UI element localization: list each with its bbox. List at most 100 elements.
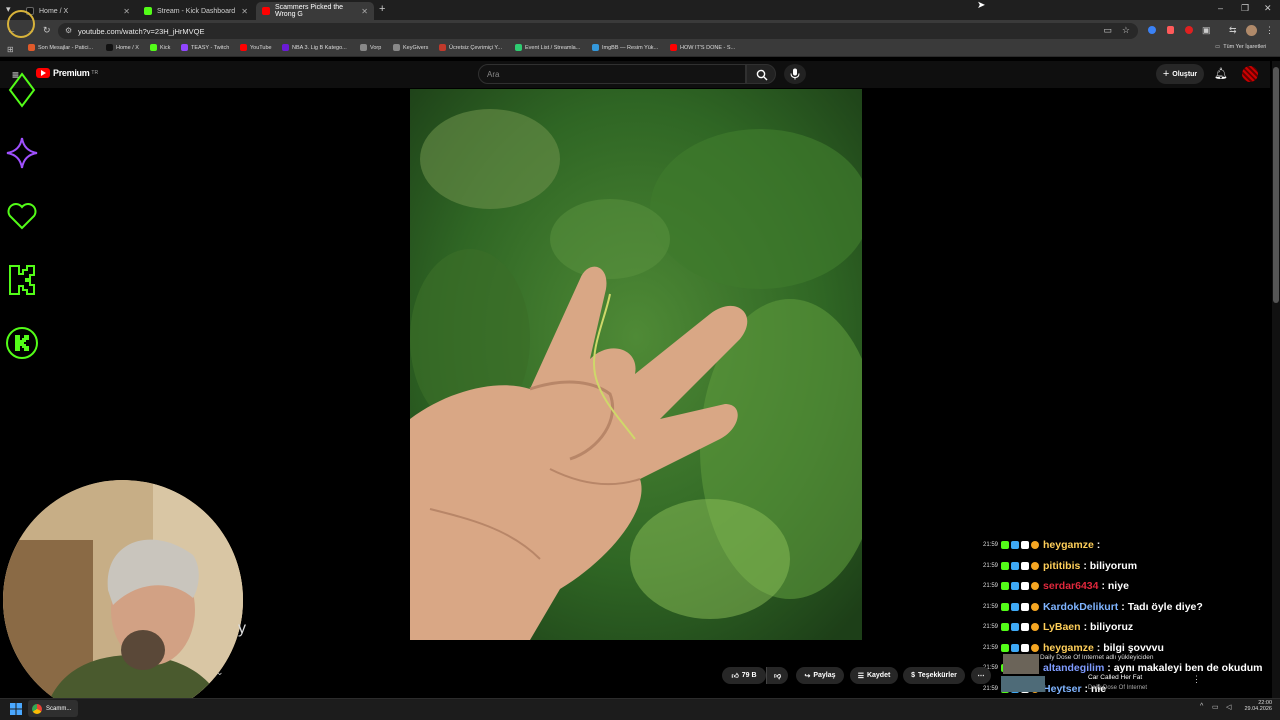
tab-kick-dashboard[interactable]: Stream - Kick Dashboard ✕	[138, 2, 254, 20]
chat-badge-icon	[1021, 623, 1030, 631]
chat-badge-icon	[1031, 561, 1040, 570]
folder-icon: ▭	[1215, 44, 1221, 50]
bookmark-label: Vorp	[370, 44, 382, 51]
chat-badge-icon	[1031, 541, 1040, 549]
bookmark-item[interactable]: KeyGivers	[393, 44, 428, 51]
bookmark-item[interactable]: Event List / Streamla...	[515, 44, 580, 51]
chat-badge-icon	[1021, 602, 1030, 611]
bookmark-item[interactable]: ImgBB — Resim Yük...	[592, 44, 658, 51]
youtube-logo-icon	[262, 7, 270, 15]
close-icon[interactable]: ✕	[361, 7, 368, 16]
bookmark-item[interactable]: NBA 3. Lig B Katego...	[282, 44, 347, 51]
chat-badge-icon	[1021, 561, 1030, 570]
extension-icon[interactable]	[1167, 26, 1174, 34]
chat-badge-icon	[1031, 643, 1040, 652]
thanks-button[interactable]: $ Teşekkürler	[903, 667, 965, 684]
chat-text: : Tadı öyle diye?	[1121, 600, 1203, 613]
chat-message: 21:59 KardokDelikurt: Tadı öyle diye?	[983, 601, 1203, 613]
share-button[interactable]: ↪ Paylaş	[796, 667, 844, 684]
bookmark-label: YouTube	[250, 44, 272, 51]
bookmark-item[interactable]: Home / X	[106, 44, 139, 51]
video-player[interactable]	[410, 89, 862, 640]
more-horizontal-icon: ⋯	[977, 672, 985, 680]
bookmark-label: ImgBB — Resim Yük...	[602, 44, 659, 51]
tab-label: Stream - Kick Dashboard	[157, 7, 236, 15]
bookmark-favicon-icon	[393, 44, 400, 51]
windows-start-icon[interactable]	[10, 703, 22, 715]
sparkle-icon	[6, 137, 38, 169]
recommendation-thumbnail[interactable]	[1001, 676, 1045, 692]
tab-home-x[interactable]: Home / X ✕	[20, 2, 136, 20]
chat-text: : aynı makaleyi ben de okudum	[1107, 662, 1263, 674]
chat-username: heygamze	[1043, 641, 1094, 654]
recommendation-channel: Daily Dose Of Internet adlı yükleyiciden	[1040, 654, 1154, 661]
minimize-icon[interactable]: –	[1218, 3, 1223, 13]
tab-youtube-video[interactable]: Scammers Picked the Wrong G ✕	[256, 2, 374, 20]
close-window-icon[interactable]: ✕	[1264, 3, 1272, 14]
recommendation-title[interactable]: Car Called Her Fat	[1088, 674, 1142, 681]
bookmark-item[interactable]: HOW IT'S DONE - S...	[670, 44, 735, 51]
chat-badge-icon	[1031, 623, 1040, 631]
network-icon[interactable]: ▭	[1212, 703, 1219, 711]
recommendation-thumbnail[interactable]	[1003, 654, 1039, 674]
bookmark-item[interactable]: Kick	[150, 44, 170, 51]
bookmark-label: Son Mesajlar - Patici...	[38, 44, 94, 51]
voice-search-button[interactable]	[784, 64, 806, 84]
maximize-icon[interactable]: ❐	[1241, 3, 1249, 14]
more-actions-button[interactable]: ⋯	[971, 667, 991, 684]
bookmark-favicon-icon	[515, 44, 522, 51]
kick-circle-logo-icon	[6, 327, 38, 359]
system-tray-chevron-icon[interactable]: ^	[1200, 703, 1203, 710]
bookmark-item[interactable]: Son Mesajlar - Patici...	[28, 44, 93, 51]
page-scrollbar[interactable]	[1272, 61, 1280, 698]
chat-text: : biliyoruz	[1083, 621, 1134, 633]
taskbar-chrome-app[interactable]: Scamm...	[28, 700, 78, 717]
all-bookmarks[interactable]: ▭ Tüm Yer İşaretleri	[1215, 44, 1266, 50]
search-button[interactable]	[746, 64, 776, 84]
chat-message: 21:59 LyBaen: biliyoruz	[983, 621, 1133, 633]
profile-avatar[interactable]	[1246, 25, 1257, 36]
extensions-puzzle-icon[interactable]: ▣	[1202, 25, 1211, 36]
bookmark-star-icon[interactable]: ☆	[1122, 25, 1130, 36]
cursor-highlight-ring	[7, 10, 35, 38]
extension-icon[interactable]	[1185, 26, 1193, 34]
cast-icon[interactable]: ▭	[1103, 25, 1112, 36]
reload-icon[interactable]: ↻	[43, 25, 51, 36]
chat-text: : bilgi şovvvu	[1096, 641, 1164, 654]
plus-icon: +	[1162, 68, 1170, 80]
bookmark-label: Event List / Streamla...	[525, 44, 581, 51]
account-avatar[interactable]	[1242, 66, 1258, 82]
extension-icon[interactable]	[1148, 26, 1156, 34]
bookmark-item[interactable]: YouTube	[240, 44, 272, 51]
bookmark-label: TEASY - Twitch	[191, 44, 230, 51]
chat-timestamp: 21:59	[983, 624, 999, 630]
new-tab-icon[interactable]: +	[379, 3, 385, 15]
volume-icon[interactable]: ◁	[1226, 703, 1231, 711]
streamer-webcam-image	[3, 480, 243, 720]
bookmark-item[interactable]: TEASY - Twitch	[181, 44, 229, 51]
chat-badge-icon	[1001, 561, 1010, 570]
bookmark-label: KeyGivers	[403, 44, 429, 51]
chevron-down-icon[interactable]: ⌄	[216, 667, 224, 678]
save-button[interactable]: ☰ Kaydet	[850, 667, 898, 684]
like-button[interactable]: 👍︎ 79 B	[722, 667, 766, 684]
notifications-bell-icon[interactable]: 🔔︎	[1214, 67, 1228, 80]
dislike-button[interactable]: 👎︎	[766, 667, 788, 684]
create-button[interactable]: + Oluştur	[1156, 64, 1204, 84]
taskbar-clock[interactable]: 22:00 29.04.2026	[1242, 700, 1272, 712]
more-options-icon[interactable]: ⋮	[1192, 674, 1201, 685]
recommendation-channel: Daily Dose Of Internet	[1088, 685, 1148, 691]
close-icon[interactable]: ✕	[241, 7, 248, 16]
close-icon[interactable]: ✕	[123, 7, 130, 16]
apps-grid-icon[interactable]: ⊞	[7, 45, 14, 54]
search-input[interactable]: Ara	[478, 64, 746, 84]
youtube-premium-logo[interactable]: Premium TR	[36, 68, 98, 78]
chat-message: 21:59 heygamze: bilgi şovvvu	[983, 642, 1164, 654]
address-bar[interactable]: ⚙ youtube.com/watch?v=23H_jHrMVQE ▭ ☆	[58, 23, 1138, 39]
site-info-icon[interactable]: ⚙	[65, 26, 72, 35]
side-panel-icon[interactable]: ⇆	[1229, 25, 1237, 36]
menu-kebab-icon[interactable]: ⋮	[1265, 25, 1274, 36]
bookmark-item[interactable]: Ücretsiz Çevrimiçi Y...	[439, 44, 502, 51]
bookmark-item[interactable]: Vorp	[360, 44, 381, 51]
tab-menu-icon[interactable]: ▾	[6, 4, 11, 15]
